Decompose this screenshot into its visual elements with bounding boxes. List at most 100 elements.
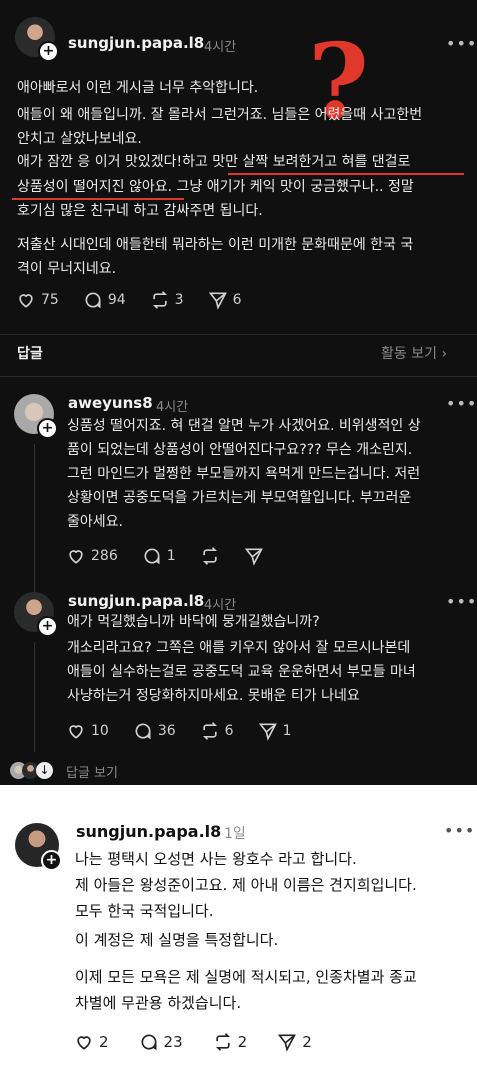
divider: [0, 334, 477, 335]
chevron-right-icon: ›: [441, 346, 448, 362]
share-count: 6: [232, 292, 242, 308]
send-icon: [244, 548, 263, 566]
like-button[interactable]: 286: [66, 546, 118, 566]
arrow-down-icon: ↓: [36, 762, 53, 779]
light-screenshot-section: + sungjun.papa.l8 1일 ••• 나는 평택시 오성면 사는 왕…: [0, 785, 477, 1076]
like-count: 75: [41, 292, 59, 308]
follow-plus-icon[interactable]: +: [37, 616, 58, 637]
share-button[interactable]: 2: [277, 1032, 312, 1052]
share-count: 2: [302, 1033, 312, 1051]
repost-count: 6: [224, 723, 234, 739]
post-line: 상품성이 떨어지진 않아요. 그냥 애기가 케익 맛이 궁금했구나.. 정말: [17, 179, 414, 195]
follow-plus-icon[interactable]: +: [38, 41, 59, 62]
mini-avatars: ↓: [10, 762, 60, 780]
reply-username[interactable]: sungjun.papa.l8: [68, 592, 204, 610]
share-button[interactable]: 6: [208, 290, 242, 310]
comment-icon: [141, 1034, 157, 1051]
comment-count: 94: [107, 292, 126, 308]
post-line: 모두 한국 국적입니다.: [75, 902, 214, 920]
post-line: 나는 평택시 오성면 사는 왕호수 라고 합니다.: [75, 850, 357, 868]
divider: [0, 376, 477, 377]
heart-icon: [77, 1036, 91, 1050]
heart-icon: [69, 550, 83, 564]
post-time: 1일: [224, 826, 246, 842]
post-line: 애들이 왜 애들입니까. 잘 몰라서 그런거죠. 님들은 어렸을때 사고한번: [17, 107, 423, 123]
post-line: 제 아들은 왕성준이고요. 제 아내 이름은 견지희입니다.: [75, 876, 417, 894]
comment-count: 23: [163, 1033, 183, 1051]
comment-count: 1: [166, 548, 176, 564]
like-button[interactable]: 75: [16, 290, 59, 310]
reply-line: 상황이면 공중도덕을 가르치는게 부모역할입니다. 부끄러운: [67, 490, 412, 506]
like-button[interactable]: 2: [74, 1032, 109, 1052]
like-count: 286: [91, 548, 118, 564]
share-count: 1: [282, 723, 292, 739]
comment-button[interactable]: 94: [83, 290, 126, 310]
activity-label: 활동 보기: [381, 346, 437, 362]
like-count: 2: [99, 1033, 109, 1051]
comment-icon: [85, 292, 101, 309]
reply-line: 애가 먹길했습니까 바닥에 뭉개길했습니까?: [67, 614, 320, 630]
like-button[interactable]: 10: [66, 721, 109, 741]
thread-line: [34, 444, 35, 592]
repost-button[interactable]: 6: [200, 721, 234, 741]
post-username[interactable]: sungjun.papa.l8: [76, 822, 221, 841]
more-options-icon[interactable]: •••: [446, 394, 477, 413]
post-line: 애아빠로서 이런 게시글 너무 추악합니다.: [17, 80, 259, 96]
share-button[interactable]: 1: [258, 721, 292, 741]
activity-link[interactable]: 활동 보기 ›: [381, 343, 447, 363]
reply-line: 애들이 실수하는걸로 공중도덕 교육 운운하면서 부모들 마녀: [67, 664, 416, 680]
post-line: 안치고 살았나보네요.: [17, 131, 142, 147]
post-time: 4시간: [204, 40, 237, 55]
reply-line: 개소리라고요? 그쪽은 애를 키우지 않아서 잘 모르시나본데: [67, 640, 411, 656]
repost-icon: [215, 1033, 230, 1051]
view-replies-link[interactable]: 답글 보기: [66, 762, 118, 781]
post-username[interactable]: sungjun.papa.l8: [68, 34, 204, 52]
more-options-icon[interactable]: •••: [446, 34, 477, 53]
reply-actions: 286 1: [66, 546, 288, 566]
post-actions: 2 23 2 2: [74, 1032, 336, 1052]
comment-icon: [135, 723, 151, 740]
reply-line: 그런 마인드가 멀쩡한 부모들까지 욕먹게 만드는겁니다. 저런: [67, 466, 421, 482]
follow-plus-icon[interactable]: +: [37, 418, 58, 439]
share-button[interactable]: [244, 546, 264, 566]
comment-button[interactable]: 23: [139, 1032, 183, 1052]
thread-line: [34, 642, 35, 752]
post-line: 호기심 많은 친구네 하고 감싸주면 됩니다.: [17, 203, 263, 219]
reply-line: 사냥하는거 정당화하지마세요. 못배운 티가 나네요: [67, 688, 360, 704]
repost-icon: [202, 722, 217, 740]
comment-button[interactable]: 1: [142, 546, 176, 566]
heart-icon: [19, 294, 33, 308]
dark-screenshot-section: + sungjun.papa.l8 4시간 ••• ? 애아빠로서 이런 게시글…: [0, 0, 477, 785]
repost-button[interactable]: [200, 546, 220, 566]
post-line: 애가 잠깐 응 이거 맛있겠다!하고 맛만 살짝 보려한거고 혀를 댄걸로: [17, 154, 411, 170]
repost-count: 3: [174, 292, 184, 308]
replies-label: 답글: [17, 346, 43, 362]
post-line: 이 계정은 제 실명을 특정합니다.: [75, 931, 279, 949]
follow-plus-icon[interactable]: +: [41, 850, 62, 871]
reply-line: 싱품성 떨어지죠. 혀 댄걸 알면 누가 사겠어요. 비위생적인 상: [67, 418, 421, 434]
repost-count: 2: [237, 1033, 248, 1051]
heart-icon: [69, 725, 83, 739]
reply-line: 줄아세요.: [67, 514, 123, 530]
comment-count: 36: [157, 723, 176, 739]
send-icon: [208, 292, 227, 310]
post-line: 저출산 시대인데 애들한테 뭐라하는 이런 미개한 문화때문에 한국 국: [17, 237, 414, 253]
comment-icon: [144, 548, 160, 565]
post-line: 격이 무너지네요.: [17, 261, 117, 277]
reply-time: 4시간: [156, 400, 189, 415]
comment-button[interactable]: 36: [133, 721, 176, 741]
post-actions: 75 94 3 6: [16, 290, 266, 310]
reply-actions: 10 36 6 1: [66, 721, 316, 741]
send-icon: [258, 723, 277, 741]
repost-button[interactable]: 3: [150, 290, 184, 310]
more-options-icon[interactable]: •••: [446, 592, 477, 611]
repost-icon: [202, 547, 217, 565]
more-options-icon[interactable]: •••: [444, 821, 475, 840]
reply-username[interactable]: aweyuns8: [68, 394, 153, 412]
like-count: 10: [91, 723, 109, 739]
repost-icon: [152, 291, 167, 309]
repost-button[interactable]: 2: [213, 1032, 248, 1052]
send-icon: [277, 1034, 297, 1052]
reply-line: 품이 되었는데 상품성이 안떨어진다구요??? 무슨 개소린지.: [67, 442, 413, 458]
post-line: 차별에 무관용 하겠습니다.: [75, 994, 242, 1012]
